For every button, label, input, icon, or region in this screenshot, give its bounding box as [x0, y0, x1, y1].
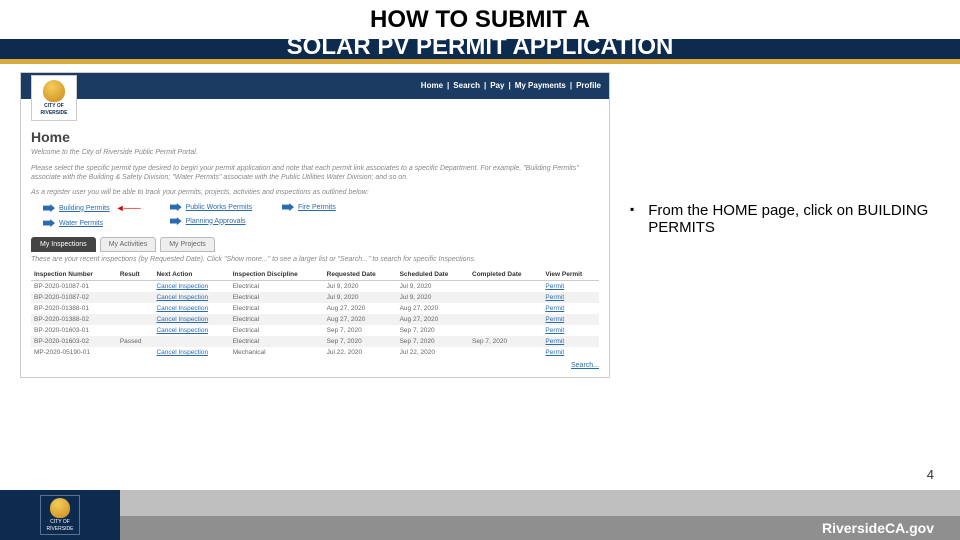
arrow-right-icon — [170, 217, 182, 225]
instruction-text: From the HOME page, click on BUILDING PE… — [648, 202, 940, 236]
permit-link[interactable]: Permit — [545, 327, 564, 334]
portal-logo: CITY OF RIVERSIDE — [31, 75, 77, 121]
tab-my-activities[interactable]: My Activities — [100, 237, 157, 252]
cancel-inspection-link[interactable]: Cancel Inspection — [156, 294, 208, 301]
link-water-permits[interactable]: Water Permits — [43, 219, 140, 227]
page-number: 4 — [927, 467, 934, 482]
column-header: Next Action — [153, 269, 229, 281]
permit-link[interactable]: Permit — [545, 305, 564, 312]
cancel-inspection-link[interactable]: Cancel Inspection — [156, 316, 208, 323]
bell-icon — [50, 498, 70, 518]
permit-link[interactable]: Permit — [545, 283, 564, 290]
arrow-right-icon — [43, 204, 55, 212]
tab-description: These are your recent inspections (by Re… — [31, 256, 599, 263]
bell-icon — [43, 80, 65, 102]
column-header: Scheduled Date — [397, 269, 469, 281]
table-row: BP-2020-01388-01Cancel InspectionElectri… — [31, 303, 599, 314]
table-row: BP-2020-01603-02PassedElectricalSep 7, 2… — [31, 336, 599, 347]
column-header: Requested Date — [324, 269, 397, 281]
footer: CITY OF RIVERSIDE RiversideCA.gov — [0, 490, 960, 540]
footer-url: RiversideCA.gov — [120, 516, 960, 540]
tabs: My Inspections My Activities My Projects — [31, 237, 599, 252]
column-header: Result — [117, 269, 154, 281]
nav-pay[interactable]: Pay — [490, 81, 504, 90]
column-header: Inspection Discipline — [230, 269, 324, 281]
table-row: BP-2020-01603-01Cancel InspectionElectri… — [31, 325, 599, 336]
arrow-right-icon — [43, 219, 55, 227]
welcome-text: Welcome to the City of Riverside Public … — [31, 149, 599, 156]
permit-link[interactable]: Permit — [545, 338, 564, 345]
instruction: ▪ From the HOME page, click on BUILDING … — [630, 202, 940, 236]
search-link[interactable]: Search... — [571, 362, 599, 369]
navy-band: SOLAR PV PERMIT APPLICATION — [0, 39, 960, 59]
column-header: Inspection Number — [31, 269, 117, 281]
cancel-inspection-link[interactable]: Cancel Inspection — [156, 327, 208, 334]
table-row: BP-2020-01087-02Cancel InspectionElectri… — [31, 292, 599, 303]
tab-my-inspections[interactable]: My Inspections — [31, 237, 96, 252]
link-planning-approvals[interactable]: Planning Approvals — [170, 217, 252, 225]
permit-link[interactable]: Permit — [545, 294, 564, 301]
portal-screenshot: CITY OF RIVERSIDE Home | Search | Pay | … — [20, 72, 610, 378]
desc-2: As a register user you will be able to t… — [31, 188, 599, 197]
permit-link[interactable]: Permit — [545, 316, 564, 323]
nav-home[interactable]: Home — [421, 81, 443, 90]
inspections-table: Inspection NumberResultNext ActionInspec… — [31, 269, 599, 358]
link-public-works-permits[interactable]: Public Works Permits — [170, 203, 252, 211]
permit-links: Building Permits ◄─── Water Permits Publ… — [43, 203, 599, 227]
permit-link[interactable]: Permit — [545, 349, 564, 356]
column-header: Completed Date — [469, 269, 542, 281]
nav-mypayments[interactable]: My Payments — [515, 81, 566, 90]
arrow-right-icon — [282, 203, 294, 211]
link-fire-permits[interactable]: Fire Permits — [282, 203, 336, 211]
nav-profile[interactable]: Profile — [576, 81, 601, 90]
red-arrow-icon: ◄─── — [116, 203, 140, 213]
logo-text: RIVERSIDE — [41, 110, 68, 116]
link-building-permits[interactable]: Building Permits ◄─── — [43, 203, 140, 213]
table-row: BP-2020-01388-02Cancel InspectionElectri… — [31, 314, 599, 325]
desc-1: Please select the specific permit type d… — [31, 164, 599, 182]
tab-my-projects[interactable]: My Projects — [160, 237, 215, 252]
slide-title-line2: SOLAR PV PERMIT APPLICATION — [0, 33, 960, 62]
nav-search[interactable]: Search — [453, 81, 480, 90]
table-row: BP-2020-01087-01Cancel InspectionElectri… — [31, 281, 599, 293]
arrow-right-icon — [170, 203, 182, 211]
portal-nav: Home | Search | Pay | My Payments | Prof… — [21, 73, 609, 99]
page-heading: Home — [31, 129, 599, 145]
cancel-inspection-link[interactable]: Cancel Inspection — [156, 305, 208, 312]
table-row: MP-2020-05190-01Cancel InspectionMechani… — [31, 347, 599, 358]
footer-logo: CITY OF RIVERSIDE — [40, 495, 80, 535]
column-header: View Permit — [542, 269, 599, 281]
logo-city: CITY OF — [44, 103, 64, 109]
bullet-icon: ▪ — [630, 202, 634, 236]
cancel-inspection-link[interactable]: Cancel Inspection — [156, 283, 208, 290]
cancel-inspection-link[interactable]: Cancel Inspection — [156, 349, 208, 356]
